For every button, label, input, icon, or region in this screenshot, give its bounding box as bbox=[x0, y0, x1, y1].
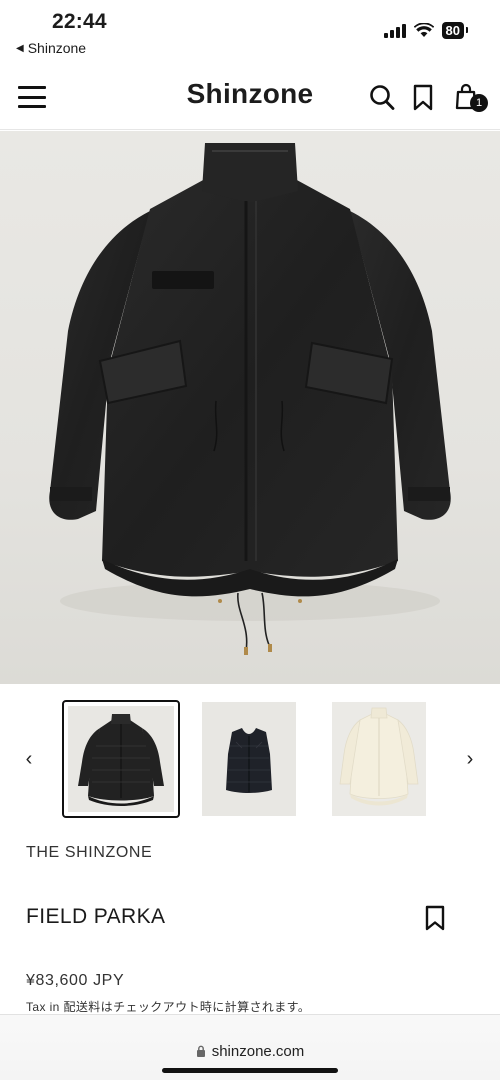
address-bar[interactable]: shinzone.com bbox=[30, 1029, 470, 1073]
product-price: ¥83,600 JPY bbox=[26, 972, 125, 989]
url-text: shinzone.com bbox=[211, 1042, 305, 1060]
thumbnail-image bbox=[226, 728, 272, 793]
wifi-icon bbox=[413, 23, 434, 37]
bookmark-icon[interactable] bbox=[424, 904, 446, 932]
chevron-right-icon[interactable]: › bbox=[460, 748, 480, 770]
tax-shipping-note: Tax in 配送料はチェックアウト時に計算されます。 bbox=[26, 1000, 311, 1014]
search-icon[interactable] bbox=[368, 82, 396, 112]
back-app-label: Shinzone bbox=[27, 40, 87, 56]
thumbnail-image bbox=[68, 706, 174, 812]
thumbnail-image bbox=[339, 707, 419, 806]
clock: 22:44 bbox=[52, 10, 107, 33]
status-bar: 22:44 ◀ Shinzone 80 bbox=[0, 0, 500, 64]
status-icons: 80 bbox=[383, 22, 469, 39]
parka-image bbox=[49, 143, 451, 655]
back-triangle-icon: ◀ bbox=[16, 42, 24, 54]
back-to-app-link[interactable]: ◀ Shinzone bbox=[16, 40, 86, 56]
bookmark-icon[interactable] bbox=[410, 82, 438, 112]
battery-indicator: 80 bbox=[441, 22, 469, 39]
product-title: FIELD PARKA bbox=[26, 905, 166, 928]
home-indicator[interactable] bbox=[162, 1068, 338, 1073]
thumbnail-2[interactable] bbox=[202, 702, 296, 816]
lock-icon bbox=[196, 1045, 205, 1057]
cart-button[interactable]: 1 bbox=[454, 82, 488, 112]
product-vendor[interactable]: THE SHINZONE bbox=[26, 844, 152, 862]
product-main-image[interactable] bbox=[0, 131, 500, 684]
chevron-left-icon[interactable]: ‹ bbox=[19, 748, 39, 770]
thumbnail-3[interactable] bbox=[332, 702, 426, 816]
site-header: Shinzone 1 bbox=[0, 66, 500, 130]
cellular-signal-icon bbox=[383, 23, 406, 38]
cart-count-badge: 1 bbox=[470, 94, 488, 112]
thumbnail-carousel: ‹ › bbox=[0, 700, 500, 820]
thumbnail-1-selected[interactable] bbox=[62, 700, 180, 818]
